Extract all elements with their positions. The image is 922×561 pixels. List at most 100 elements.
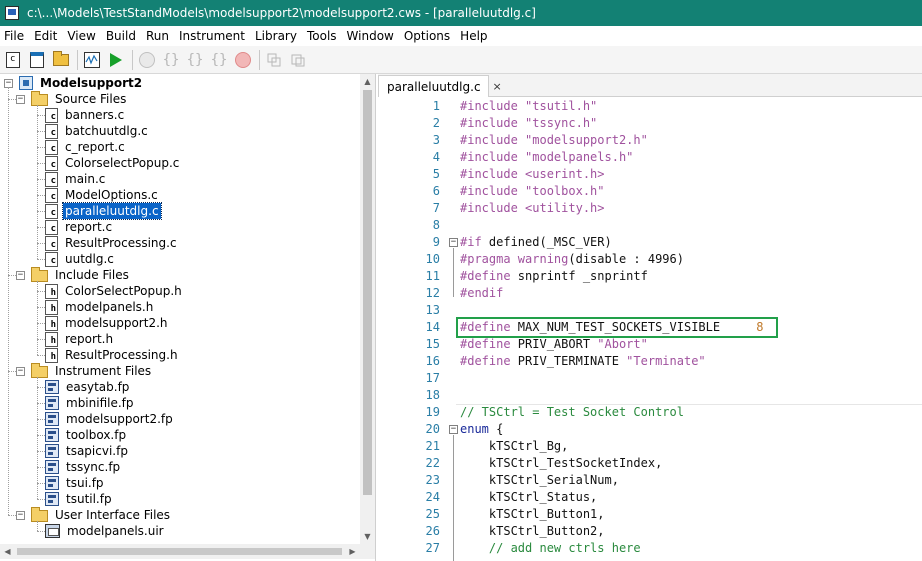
tree-connector [37,403,45,404]
code-token: #define [460,337,518,351]
breakpoint-icon[interactable] [263,49,285,71]
tree-connector [37,419,45,420]
tree-file-item[interactable]: mbinifile.fp [45,395,136,411]
collapse-toggle-icon[interactable]: − [16,510,25,520]
tree-connector [37,259,45,260]
tree-folder-include-files[interactable]: − Include Files [16,267,131,283]
fold-toggle-icon[interactable]: − [449,238,458,247]
line-number: 23 [425,473,440,487]
tree-project-root[interactable]: − Modelsupport2 [4,75,144,91]
tree-file-item[interactable]: h modelpanels.h [45,299,155,315]
scroll-up-arrow[interactable]: ▲ [360,74,375,89]
tree-file-item[interactable]: h modelsupport2.h [45,315,170,331]
tree-file-item[interactable]: c batchuutdlg.c [45,123,150,139]
tree-horizontal-scrollbar[interactable]: ◀ ▶ [0,544,360,559]
menu-options[interactable]: Options [399,26,455,46]
menu-tools[interactable]: Tools [302,26,342,46]
tree-file-item[interactable]: c c_report.c [45,139,127,155]
tree-file-item[interactable]: c uutdlg.c [45,251,116,267]
code-text: kTSCtrl_SerialNum, [460,472,619,489]
tree-connector [37,531,45,532]
tree-connector [37,339,45,340]
code-token: #include [460,133,526,147]
tree-folder-user-interface-files[interactable]: − User Interface Files [16,507,172,523]
tree-file-item[interactable]: tsapicvi.fp [45,443,130,459]
scroll-right-arrow[interactable]: ▶ [345,544,360,559]
header-file-icon: h [45,315,58,331]
tree-connector [37,147,45,148]
tree-connector [37,499,45,500]
waveform-icon[interactable] [81,49,103,71]
header-file-icon: h [45,299,58,315]
scroll-thumb[interactable] [363,90,372,495]
line-number: 11 [425,269,440,283]
tree-file-item[interactable]: tsui.fp [45,475,106,491]
tree-file-item[interactable]: c report.c [45,219,114,235]
code-line: 24 kTSCtrl_Status, [378,489,922,506]
open-folder-icon[interactable] [50,49,72,71]
go-icon[interactable] [136,49,158,71]
tab-close-icon[interactable]: × [493,80,502,93]
tree-vertical-scrollbar[interactable]: ▲ ▼ [360,74,375,544]
scroll-thumb[interactable] [17,548,342,555]
tree-file-item[interactable]: modelsupport2.fp [45,411,175,427]
tree-file-item[interactable]: c ResultProcessing.c [45,235,179,251]
step-out-icon[interactable]: {} [208,49,230,71]
fold-guide [453,435,454,561]
code-text: enum { [460,421,503,438]
tree-file-item[interactable]: h report.h [45,331,115,347]
menu-file[interactable]: File [0,26,29,46]
tree-file-item[interactable]: easytab.fp [45,379,131,395]
tree-file-item[interactable]: c ColorselectPopup.c [45,155,181,171]
menu-build[interactable]: Build [101,26,141,46]
code-line: 21 kTSCtrl_Bg, [378,438,922,455]
run-icon[interactable] [105,49,127,71]
fold-toggle-icon[interactable]: − [449,425,458,434]
fold-guide [453,248,454,297]
code-line: 17 [378,370,922,387]
collapse-toggle-icon[interactable]: − [16,94,25,104]
line-number: 5 [432,167,440,181]
watch-icon[interactable] [287,49,309,71]
tree-file-item[interactable]: c ModelOptions.c [45,187,160,203]
file-label: mbinifile.fp [66,396,134,410]
menu-run[interactable]: Run [141,26,174,46]
scroll-left-arrow[interactable]: ◀ [0,544,15,559]
menu-view[interactable]: View [62,26,100,46]
c-source-file-icon: c [45,139,58,155]
menu-instrument[interactable]: Instrument [174,26,250,46]
menu-window[interactable]: Window [342,26,399,46]
file-label: easytab.fp [66,380,130,394]
tree-file-item[interactable]: tsutil.fp [45,491,114,507]
step-over-icon[interactable]: {} [160,49,182,71]
scroll-down-arrow[interactable]: ▼ [360,529,375,544]
highlight-annotation [456,317,778,338]
menu-help[interactable]: Help [455,26,492,46]
tree-file-item[interactable]: c banners.c [45,107,126,123]
tree-connector [37,291,45,292]
tab-paralleluutdlg[interactable]: paralleluutdlg.c × [378,75,502,97]
tree-file-item[interactable]: h ResultProcessing.h [45,347,180,363]
collapse-toggle-icon[interactable]: − [16,366,25,376]
tree-file-item[interactable]: c main.c [45,171,107,187]
c-source-file-icon: c [45,251,58,267]
tree-folder-source-files[interactable]: − Source Files [16,91,128,107]
tree-file-item[interactable]: c paralleluutdlg.c [45,202,162,220]
file-label: ResultProcessing.c [65,236,177,250]
step-into-icon[interactable]: {} [184,49,206,71]
new-source-icon[interactable] [2,49,24,71]
menu-library[interactable]: Library [250,26,302,46]
code-editor[interactable]: 1 #include "tsutil.h" 2 #include "tssync.h"… [378,97,922,561]
file-label: modelsupport2.h [65,316,168,330]
tree-file-item[interactable]: toolbox.fp [45,427,128,443]
tree-file-item[interactable]: modelpanels.uir [45,523,166,539]
line-number: 2 [432,116,440,130]
code-token: #include [460,201,526,215]
file-label: modelsupport2.fp [66,412,173,426]
tree-file-item[interactable]: tssync.fp [45,459,122,475]
stop-icon[interactable] [232,49,254,71]
collapse-toggle-icon[interactable]: − [16,270,25,280]
tree-file-item[interactable]: h ColorSelectPopup.h [45,283,184,299]
new-header-icon[interactable] [26,49,48,71]
menu-edit[interactable]: Edit [29,26,62,46]
